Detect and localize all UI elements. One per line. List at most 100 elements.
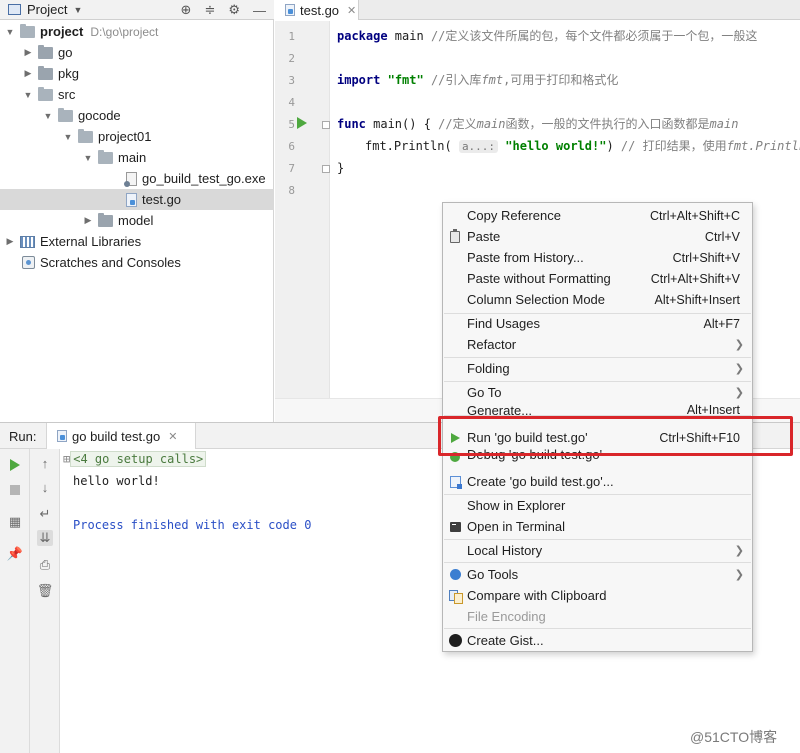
run-console[interactable]: ⊞ <4 go setup calls> hello world! Process… (61, 449, 443, 753)
menu-separator (444, 628, 751, 629)
tree-item-label: src (58, 87, 76, 102)
menu-go-tools[interactable]: Go Tools ❯ (443, 564, 752, 585)
menu-paste[interactable]: Paste Ctrl+V (443, 226, 752, 247)
menu-go-to[interactable]: Go To ❯ (443, 382, 752, 403)
code-comment: main (476, 117, 506, 131)
menu-column-selection-mode[interactable]: Column Selection Mode Alt+Shift+Insert (443, 289, 752, 310)
layout-button[interactable]: ▦ (7, 514, 23, 530)
menu-item-label: Generate... (467, 403, 533, 415)
tree-item-gocode[interactable]: ▼ gocode (0, 105, 274, 126)
line-number: 7 (288, 162, 295, 175)
menu-item-shortcut: Alt+Insert (686, 403, 740, 415)
folder-icon (98, 212, 113, 227)
tree-item-model[interactable]: ▶ model (0, 210, 274, 231)
tree-item-exe[interactable]: go_build_test_go.exe (0, 168, 274, 189)
folder-icon (98, 149, 113, 164)
clear-all-button[interactable]: 🗑 (37, 583, 54, 599)
scroll-down-button[interactable]: ↓ (37, 479, 53, 495)
menu-show-in-explorer[interactable]: Show in Explorer (443, 495, 752, 516)
close-icon[interactable]: ✕ (347, 4, 356, 17)
menu-open-in-terminal[interactable]: Open in Terminal (443, 516, 752, 537)
code-line-7: } (337, 158, 344, 178)
menu-generate[interactable]: Generate... Alt+Insert (443, 403, 752, 415)
tree-item-external-libraries[interactable]: ▶ External Libraries (0, 231, 274, 252)
tree-item-path: D:\go\project (90, 24, 159, 39)
code-token: main() { (365, 117, 439, 131)
soft-wrap-button[interactable]: ↵ (37, 506, 53, 522)
chevron-right-icon[interactable]: ▶ (22, 68, 34, 79)
tree-item-project[interactable]: ▼ project D:\go\project (0, 21, 274, 42)
chevron-down-icon[interactable]: ▼ (62, 132, 74, 142)
chevron-down-icon[interactable]: ▼ (42, 111, 54, 121)
arrow-up-icon: ↑ (41, 455, 49, 471)
hide-panel-icon[interactable]: — (253, 3, 266, 18)
menu-copy-reference[interactable]: Copy Reference Ctrl+Alt+Shift+C (443, 205, 752, 226)
menu-item-label: Refactor (467, 337, 517, 352)
tree-item-main[interactable]: ▼ main (0, 147, 274, 168)
fold-icon[interactable] (322, 165, 330, 173)
pin-button[interactable]: 📌 (7, 546, 23, 562)
code-comment: //引入库 (423, 73, 482, 87)
menu-item-label: Find Usages (467, 316, 540, 331)
code-comment: 函数，一般的文件执行的入口函数都是 (505, 117, 710, 131)
editor-tab-test-go[interactable]: test.go ✕ (275, 0, 359, 20)
stop-button[interactable] (7, 482, 23, 498)
scroll-up-button[interactable]: ↑ (37, 455, 53, 471)
chevron-down-icon[interactable]: ▼ (82, 153, 94, 163)
chevron-right-icon[interactable]: ▶ (22, 47, 34, 58)
run-toolbar-secondary: ↑ ↓ ↵ ⇊ ⎙ 🗑 (30, 449, 60, 753)
menu-item-label: Local History (467, 543, 543, 558)
run-gutter-icon[interactable] (297, 117, 307, 129)
tree-item-pkg[interactable]: ▶ pkg (0, 63, 274, 84)
console-fold[interactable]: ⊞ <4 go setup calls> (63, 451, 207, 467)
tree-item-label: model (118, 213, 154, 228)
menu-local-history[interactable]: Local History ❯ (443, 540, 752, 561)
tree-item-label: go (58, 45, 73, 60)
chevron-down-icon: ▼ (73, 4, 83, 15)
menu-folding[interactable]: Folding ❯ (443, 358, 752, 379)
editor-tab-bar: test.go ✕ (275, 0, 800, 20)
menu-find-usages[interactable]: Find Usages Alt+F7 (443, 313, 752, 334)
menu-refactor[interactable]: Refactor ❯ (443, 334, 752, 355)
tree-item-label: project01 (98, 129, 152, 144)
print-icon: ⎙ (39, 557, 51, 572)
rerun-button[interactable] (7, 457, 23, 473)
menu-item-label: Show in Explorer (467, 498, 566, 513)
folder-icon (38, 65, 53, 80)
menu-create-gist[interactable]: Create Gist... (443, 630, 752, 651)
menu-debug-go-build[interactable]: Debug 'go build test.go' (443, 448, 752, 462)
close-icon[interactable]: ✕ (168, 430, 177, 443)
print-button[interactable]: ⎙ (37, 557, 53, 573)
chevron-down-icon[interactable]: ▼ (22, 90, 34, 100)
gear-icon[interactable]: ⚙ (228, 2, 240, 18)
chevron-down-icon[interactable]: ▼ (4, 27, 16, 37)
project-view-selector[interactable]: Project ▼ (0, 2, 82, 17)
fold-icon[interactable] (322, 121, 330, 129)
tree-item-label: go_build_test_go.exe (142, 171, 266, 186)
code-line-5: func main() { //定义main函数，一般的文件执行的入口函数都是m… (337, 114, 738, 134)
tree-item-src[interactable]: ▼ src (0, 84, 274, 105)
menu-run-go-build[interactable]: Run 'go build test.go' Ctrl+Shift+F10 (443, 427, 752, 448)
code-comment: fmt.Println (726, 139, 800, 153)
tree-item-scratches[interactable]: Scratches and Consoles (0, 252, 274, 273)
menu-item-shortcut: Ctrl+Shift+V (672, 250, 740, 265)
layout-icon: ▦ (8, 514, 22, 529)
tree-item-test-go[interactable]: test.go (0, 189, 274, 210)
locate-icon[interactable]: ⊕ (181, 2, 192, 18)
line-number: 3 (288, 74, 295, 87)
menu-compare-with-clipboard[interactable]: Compare with Clipboard (443, 585, 752, 606)
menu-create-configuration[interactable]: Create 'go build test.go'... (443, 471, 752, 492)
menu-paste-from-history[interactable]: Paste from History... Ctrl+Shift+V (443, 247, 752, 268)
tree-item-label: project (40, 24, 84, 39)
chevron-right-icon[interactable]: ▶ (4, 236, 16, 247)
menu-item-label: Go Tools (467, 567, 519, 582)
code-token: fmt.Println( (365, 139, 452, 153)
menu-item-shortcut: Alt+Shift+Insert (654, 292, 740, 307)
run-tab-go-build[interactable]: go build test.go ✕ (46, 423, 196, 449)
menu-paste-without-formatting[interactable]: Paste without Formatting Ctrl+Alt+Shift+V (443, 268, 752, 289)
scroll-to-end-button[interactable]: ⇊ (37, 530, 53, 546)
chevron-right-icon[interactable]: ▶ (82, 215, 94, 226)
tree-item-go[interactable]: ▶ go (0, 42, 274, 63)
tree-item-project01[interactable]: ▼ project01 (0, 126, 274, 147)
collapse-all-icon[interactable]: ≑ (204, 2, 215, 18)
